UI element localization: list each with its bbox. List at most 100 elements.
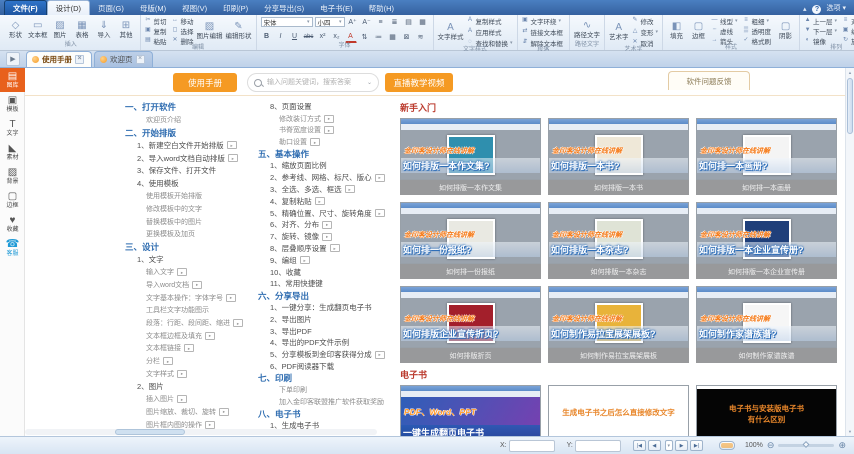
format-icon[interactable]: ▦ [387, 31, 399, 43]
edit-big-button[interactable]: ▨ 图片编辑 [197, 21, 223, 40]
y-value-box[interactable] [575, 440, 621, 452]
arrange-button[interactable]: ◐ 镜像 [804, 36, 837, 45]
toc-item[interactable]: 输入文字 ▸ [125, 266, 258, 279]
sidebar-item[interactable]: ▨ 背景 [0, 164, 25, 188]
toc-item[interactable]: 文字基本操作：字体字号 ▸ [125, 291, 258, 304]
toc-item[interactable]: 2、导出图片 ▸ [258, 313, 395, 325]
format-icon[interactable]: ≔ [373, 31, 385, 43]
toc-item[interactable]: 下单印刷 ▸ [258, 384, 395, 396]
toc-item[interactable]: 6、PDF阅读器下载 ▸ [258, 361, 395, 373]
format-icon[interactable]: x² [317, 31, 329, 43]
format-icon[interactable]: abc [303, 31, 315, 43]
toc-item[interactable]: 段落：行距、段间距、缩进 ▸ [125, 317, 258, 330]
font-size-select[interactable]: 小四 ▾ [315, 17, 345, 27]
panel-toggle-icon[interactable]: ▶ [6, 52, 20, 66]
toc-item[interactable]: 工具栏文字功能图示 ▸ [125, 304, 258, 317]
path-text-button[interactable]: ∿ 路径文字 [574, 20, 600, 39]
toc-item[interactable]: 六、分享导出 ▸ [258, 290, 395, 302]
toc-item[interactable]: 文本框链接 ▸ [125, 342, 258, 355]
toc-item[interactable]: 更换模板及加页 ▸ [125, 228, 258, 241]
toc-item[interactable]: 加入金印客联盟推广软件获取奖励 ▸ [258, 396, 395, 408]
search-box[interactable]: ⌄ [247, 73, 379, 92]
video-card[interactable]: PDF、Word、PPT 一键生成翻页电子书 已有文件怎么生成翻页电子书 [400, 385, 541, 436]
format-icon[interactable]: ▦ [417, 16, 429, 28]
search-input[interactable] [265, 78, 364, 87]
video-card[interactable]: 金印客设计师在线讲解 如何制作易拉宝展架展板? 如何制作易拉宝展架展板 [548, 286, 689, 363]
format-icon[interactable]: U [289, 31, 301, 43]
document-tab[interactable]: 欢迎页 × [94, 51, 153, 67]
toc-item[interactable]: 2、导入word文档自动排版 ▸ [125, 152, 258, 165]
textstyle-button[interactable]: A 复制样式 [467, 16, 513, 25]
document-tab[interactable]: 使用手册 × [26, 51, 92, 67]
toc-item[interactable]: 4、复制粘贴 ▸ [258, 195, 395, 207]
video-card[interactable]: 金印客设计师在线讲解 如何排版一本企业宣传册? 如何排版一本企业宣传册 [696, 202, 837, 279]
sidebar-item[interactable]: ▢ 边框 [0, 188, 25, 212]
toc-item[interactable]: 三、设计 ▸ [125, 241, 258, 254]
video-card[interactable]: 生成电子书之后怎么直接修改文字 电子书设置 [548, 385, 689, 436]
toc-item[interactable]: 修改装订方式 ▸ [258, 113, 395, 125]
text-style-button[interactable]: A 文字样式 [438, 22, 464, 41]
ribbon-tab[interactable]: 分享导出(S) [256, 1, 312, 15]
collapse-ribbon-icon[interactable]: ▴ [803, 5, 807, 13]
horizontal-scrollbar-thumb[interactable] [115, 429, 185, 435]
toc-item[interactable]: 1、文字 ▸ [125, 253, 258, 266]
toc-item[interactable]: 11、常用快捷键 ▸ [258, 278, 395, 290]
first-page-button[interactable]: |◀ [633, 440, 646, 451]
edit-button[interactable]: ▤ 粘贴 [145, 36, 167, 45]
options-button[interactable]: 选项 ▾ [826, 3, 846, 13]
style-big-button[interactable]: ◧ 填充 [667, 21, 686, 40]
style-button[interactable]: ≡ 粗细 ▾ [743, 16, 774, 25]
sidebar-item[interactable]: ▤ 图库 [0, 68, 25, 92]
format-icon[interactable]: ▤ [403, 16, 415, 28]
toc-item[interactable]: 4、使用模板 ▸ [125, 177, 258, 190]
ribbon-tab[interactable]: 帮助(H) [361, 1, 402, 15]
vertical-scrollbar-thumb[interactable] [847, 78, 853, 134]
paragraph-button[interactable]: ⇵ 解除文本框 [522, 38, 566, 47]
word-art-button[interactable]: A 艺术字 [609, 22, 629, 41]
toc-item[interactable]: 1、缩放页面比例 ▸ [258, 160, 395, 172]
video-card[interactable]: 金印客设计师在线讲解 如何排一份报纸? 如何排一份报纸 [400, 202, 541, 279]
ribbon-tab[interactable]: 母版(M) [132, 1, 174, 15]
edit-button[interactable]: ✕ 删除 [172, 36, 194, 45]
last-page-button[interactable]: ▶| [690, 440, 703, 451]
style-big-button[interactable]: ▢ 边框 [689, 21, 708, 40]
zoom-slider-handle[interactable] [803, 441, 810, 448]
video-card[interactable]: 金印客设计师在线讲解 如何排版一本作文集? 如何排版一本作文集 [400, 118, 541, 195]
arrange-button[interactable]: ≡ 对齐 ▾ [842, 16, 854, 25]
toc-item[interactable]: 二、开始排版 ▸ [125, 126, 258, 139]
scroll-up-icon[interactable]: ▲ [846, 68, 854, 77]
video-card[interactable]: 电子书与安装版电子书 有什么区别 电子书和安装版电子书有什么区别 [696, 385, 837, 436]
paragraph-button[interactable]: ⇄ 链接文本框 [522, 27, 566, 36]
toc-item[interactable]: 7、旋转、镜像 ▸ [258, 231, 395, 243]
toc-item[interactable]: 导入word文档 ▸ [125, 279, 258, 292]
toc-item[interactable]: 5、分享模板到金印客获得分成 ▸ [258, 349, 395, 361]
wordart-button[interactable]: ✕ 取消 [632, 38, 659, 47]
style-button[interactable]: ┄ 虚线 [711, 26, 738, 35]
toc-item[interactable]: 替换模板中的图片 ▸ [125, 215, 258, 228]
zoom-out-icon[interactable]: ⊖ [767, 441, 775, 450]
edit-button[interactable]: ✂ 剪切 [145, 16, 167, 25]
video-card[interactable]: 金印客设计师在线讲解 如何排版企业宣传折页? 如何排版折页 [400, 286, 541, 363]
video-card[interactable]: 金印客设计师在线讲解 如何排一本画册? 如何排一本画册 [696, 118, 837, 195]
toc-item[interactable]: 一、打开软件 ▸ [125, 101, 258, 114]
toc-item[interactable]: 修改模板中的文字 ▸ [125, 203, 258, 216]
ribbon-tab[interactable]: 印刷(P) [215, 1, 256, 15]
chevron-down-icon[interactable]: ⌄ [367, 79, 372, 86]
font-family-select[interactable]: 宋体 ▾ [261, 17, 313, 27]
toc-item[interactable]: 文本框边框及填充 ▸ [125, 329, 258, 342]
toc-item[interactable]: 10、收藏 ▸ [258, 266, 395, 278]
toc-item[interactable]: 五、基本操作 ▸ [258, 148, 395, 160]
style-button[interactable]: — 线型 ▾ [711, 16, 738, 25]
format-icon[interactable]: ≋ [415, 31, 427, 43]
style-button[interactable]: ✓ 格式刷 [743, 36, 774, 45]
toc-item[interactable]: 3、保存文件、打开文件 ▸ [125, 164, 258, 177]
edit-button[interactable]: ▣ 复制 [145, 26, 167, 35]
format-icon[interactable]: x₂ [331, 31, 343, 43]
format-icon[interactable]: B [261, 31, 273, 43]
horizontal-scrollbar[interactable] [25, 429, 377, 435]
page-select[interactable]: ▾ [665, 440, 673, 451]
toc-item[interactable]: 9、编组 ▸ [258, 254, 395, 266]
next-page-button[interactable]: ▶ [675, 440, 688, 451]
sidebar-item[interactable]: ♥ 收藏 [0, 212, 25, 236]
close-icon[interactable]: × [75, 55, 84, 64]
